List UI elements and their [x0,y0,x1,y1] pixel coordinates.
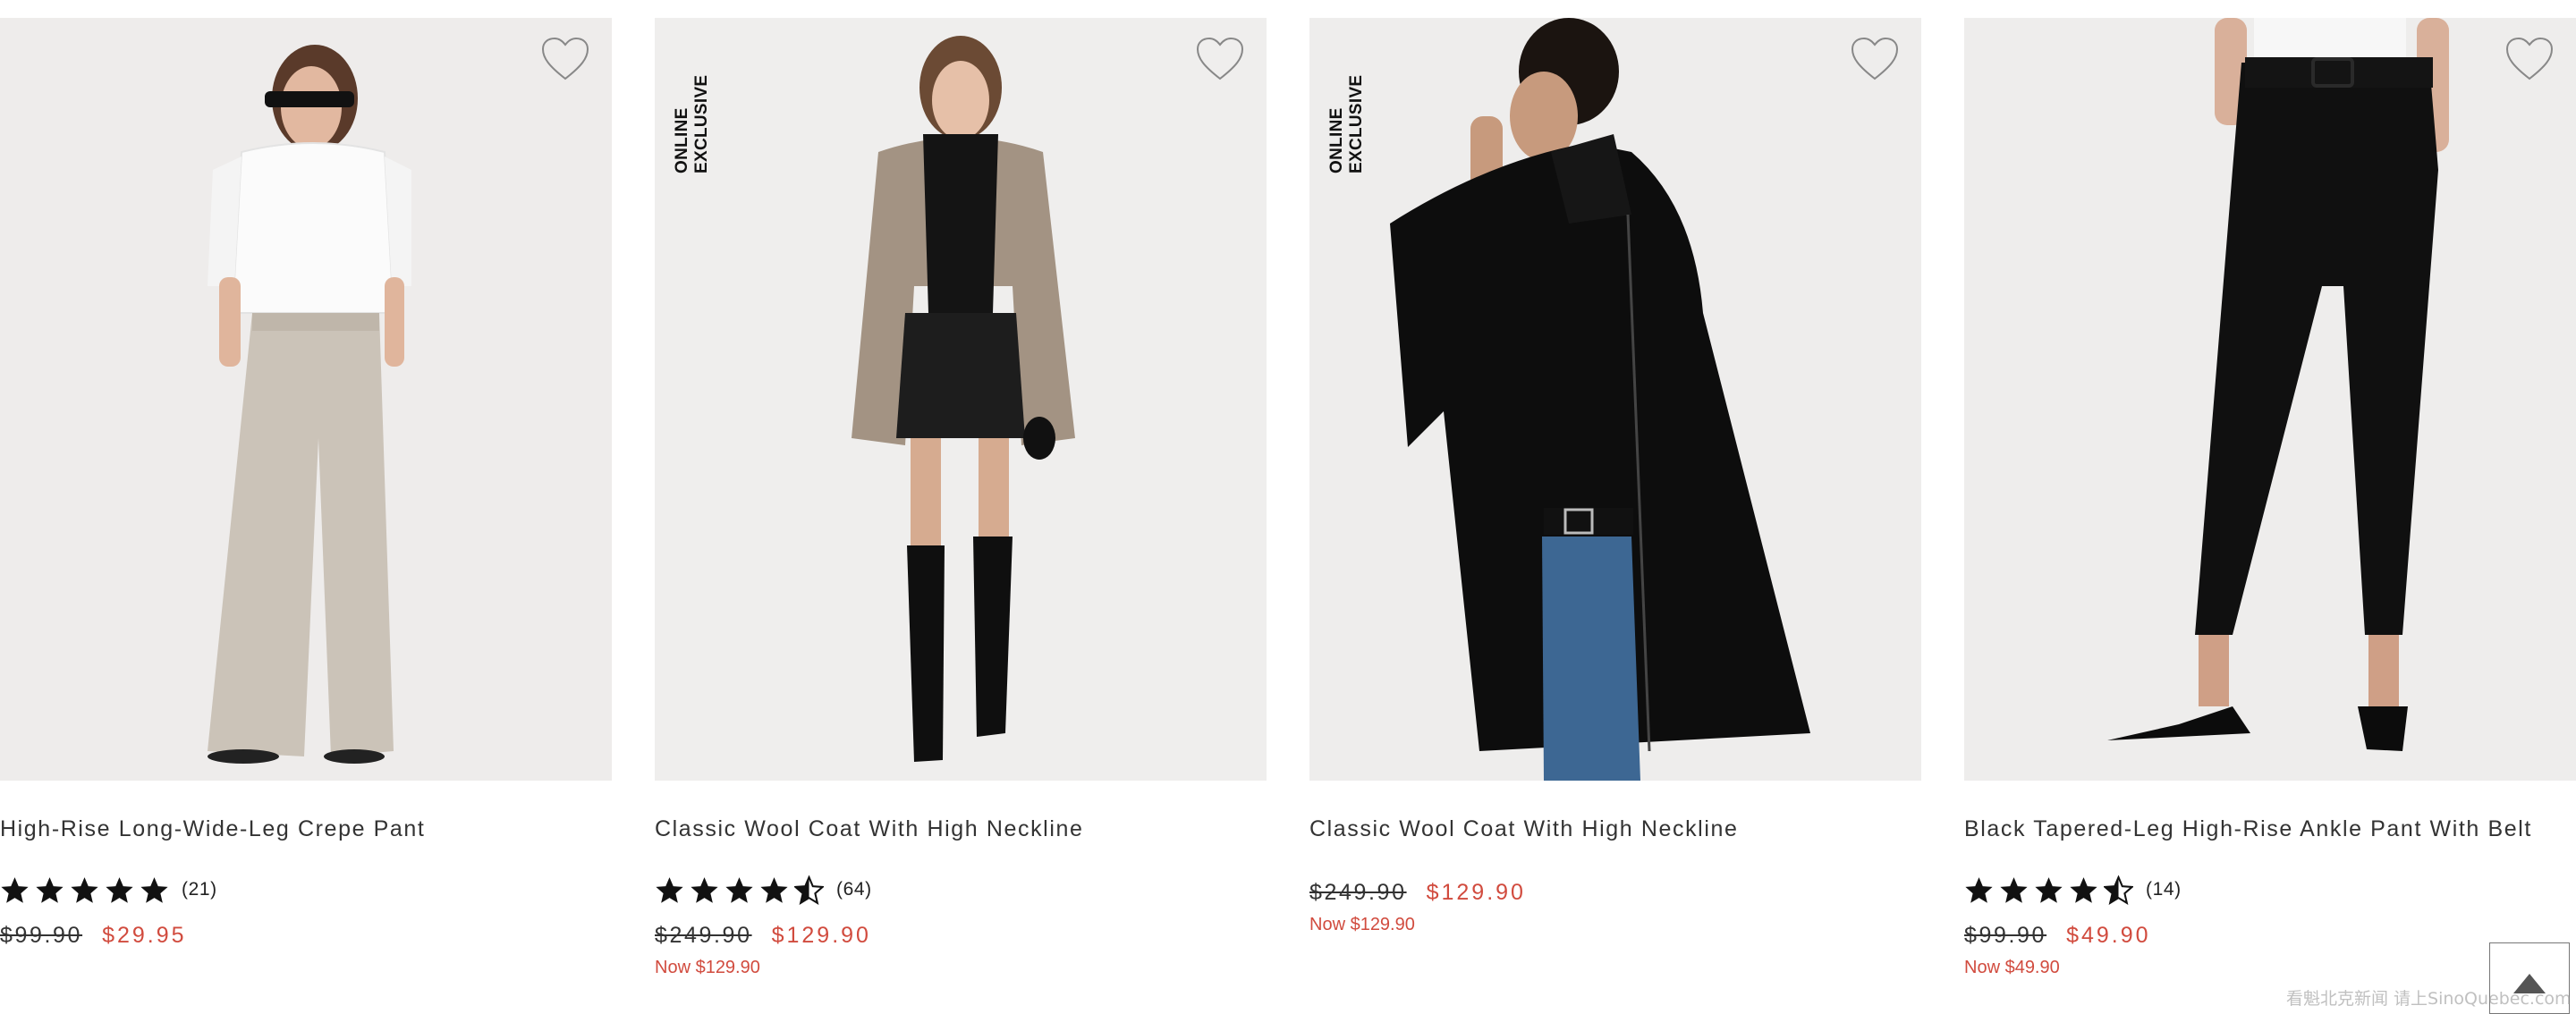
original-price: $99.90 [0,923,83,948]
product-name[interactable]: Black Tapered-Leg High-Rise Ankle Pant W… [1964,815,2576,842]
product-card[interactable]: Black Tapered-Leg High-Rise Ankle Pant W… [1964,18,2576,978]
online-exclusive-badge: ONLINE EXCLUSIVE [673,74,711,173]
product-photo [1309,18,1921,781]
review-count[interactable]: (64) [836,879,872,900]
sale-price: $129.90 [1426,880,1526,905]
product-name[interactable]: High-Rise Long-Wide-Leg Crepe Pant [0,815,612,842]
site-watermark: 看魁北克新闻 请上SinoQuebec.com [2286,989,2572,1009]
original-price: $249.90 [655,923,752,948]
product-name[interactable]: Classic Wool Coat With High Neckline [1309,815,1921,842]
review-count[interactable]: (14) [2146,879,2182,900]
product-image[interactable]: ONLINE EXCLUSIVE [655,18,1267,781]
star-icon [1999,875,2029,905]
star-icon [105,875,134,905]
now-price: Now $129.90 [655,958,760,977]
star-icon [70,875,99,905]
star-icon [2034,875,2063,905]
price-block: $99.90 $49.90 [1964,923,2576,949]
now-price: Now $49.90 [1964,958,2060,977]
product-image[interactable] [1964,18,2576,781]
sale-price: $29.95 [102,923,187,948]
star-icon [759,875,789,905]
price-block: $249.90 $129.90 [655,923,1267,949]
star-icon [0,875,30,905]
product-rating: (14) [1964,875,2576,905]
price-block: $99.90 $29.95 [0,923,612,949]
review-count[interactable]: (21) [182,879,217,900]
product-photo [1964,18,2576,781]
product-grid: High-Rise Long-Wide-Leg Crepe Pant (21) … [0,18,2576,1014]
online-exclusive-badge: ONLINE EXCLUSIVE [1327,74,1366,173]
price-block: $249.90 $129.90 [1309,880,1921,906]
wishlist-heart-icon[interactable] [2504,36,2555,82]
star-icon [35,875,64,905]
product-image[interactable]: ONLINE EXCLUSIVE [1309,18,1921,781]
product-rating: (21) [0,875,612,905]
product-name[interactable]: Classic Wool Coat With High Neckline [655,815,1267,842]
star-half-icon [794,875,824,905]
product-card[interactable]: ONLINE EXCLUSIVE Classic Wool Coat With … [655,18,1267,978]
star-icon [724,875,754,905]
product-photo [655,18,1267,781]
product-rating: (64) [655,875,1267,905]
sale-price: $129.90 [771,923,871,948]
original-price: $99.90 [1964,923,2047,948]
product-photo [0,18,612,781]
product-card[interactable]: High-Rise Long-Wide-Leg Crepe Pant (21) … [0,18,612,949]
product-card[interactable]: ONLINE EXCLUSIVE Classic Wool Coat With … [1309,18,1921,935]
star-icon [140,875,169,905]
rating-stars [655,875,824,905]
rating-stars [1964,875,2133,905]
original-price: $249.90 [1309,880,1407,905]
now-price: Now $129.90 [1309,915,1415,934]
wishlist-heart-icon[interactable] [1195,36,1245,82]
product-image[interactable] [0,18,612,781]
rating-stars [0,875,169,905]
wishlist-heart-icon[interactable] [1850,36,1900,82]
star-icon [690,875,719,905]
star-icon [2069,875,2098,905]
sale-price: $49.90 [2066,923,2151,948]
star-icon [1964,875,1994,905]
wishlist-heart-icon[interactable] [540,36,590,82]
star-half-icon [2104,875,2133,905]
star-icon [655,875,684,905]
